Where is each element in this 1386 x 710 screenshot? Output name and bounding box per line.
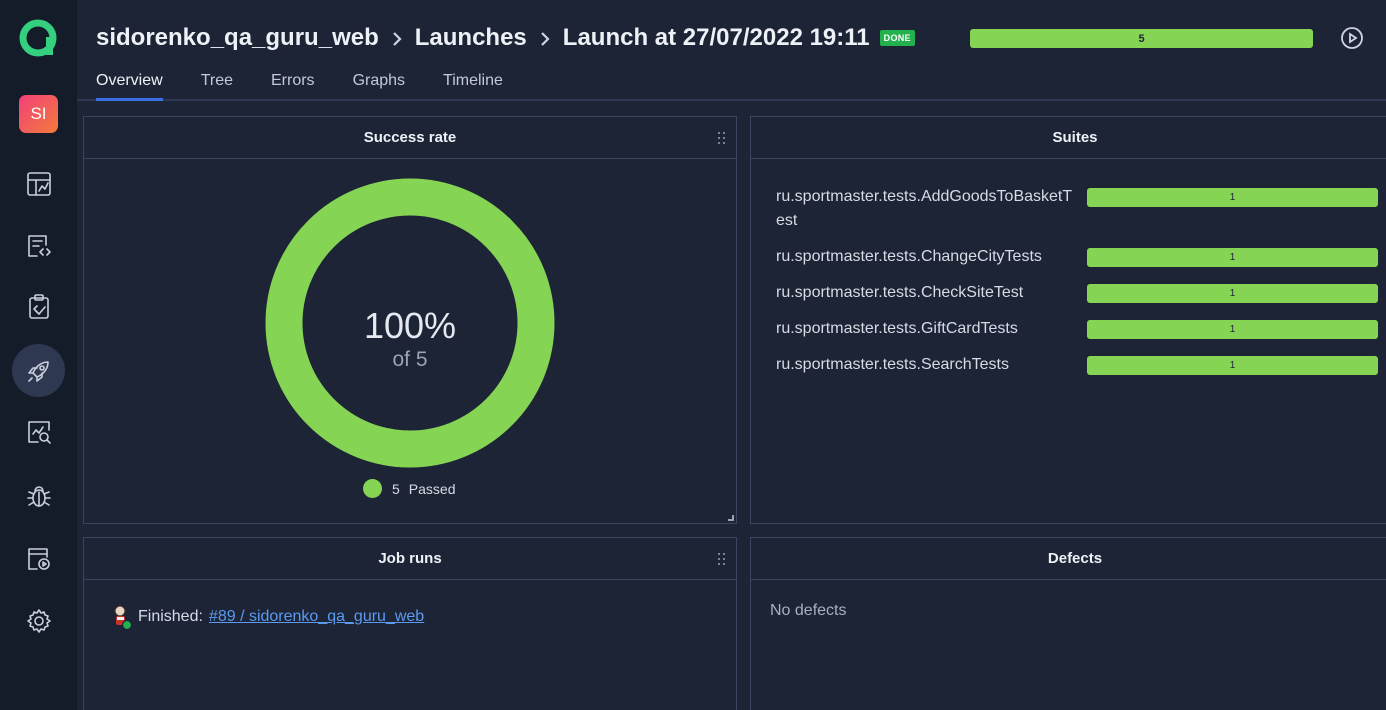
job-status-label: Finished: <box>138 608 203 625</box>
tab-graphs[interactable]: Graphs <box>353 72 405 101</box>
empty-state-text: No defects <box>770 602 847 619</box>
dashboard-icon[interactable] <box>12 157 65 210</box>
widget-title: Success rate <box>363 129 457 146</box>
widget-header: Job runs <box>84 538 736 580</box>
suite-row[interactable]: ru.sportmaster.tests.SearchTests 1 <box>776 353 1378 377</box>
chevron-right-icon <box>379 24 415 52</box>
suite-row[interactable]: ru.sportmaster.tests.AddGoodsToBasketTes… <box>776 185 1378 233</box>
widget-title: Defects <box>1047 550 1103 567</box>
suite-row[interactable]: ru.sportmaster.tests.ChangeCityTests 1 <box>776 245 1378 269</box>
legend-count: 5 <box>392 480 400 497</box>
suite-row[interactable]: ru.sportmaster.tests.GiftCardTests 1 <box>776 317 1378 341</box>
progress-label: 5 <box>1138 32 1145 45</box>
tab-bar: Overview Tree Errors Graphs Timeline <box>96 72 541 101</box>
status-badge: DONE <box>879 30 915 46</box>
widget-header: Suites <box>751 117 1386 159</box>
breadcrumb: sidorenko_qa_guru_web Launches Launch at… <box>96 24 915 52</box>
suite-name: ru.sportmaster.tests.ChangeCityTests <box>776 248 1042 265</box>
suite-bar: 1 <box>1087 320 1378 339</box>
launch-progress-bar: 5 <box>970 29 1313 48</box>
widget-title: Suites <box>1052 129 1098 146</box>
tab-overview[interactable]: Overview <box>96 72 163 101</box>
success-rate-widget: Success rate 100% of 5 5 Passed <box>83 116 737 524</box>
job-run-item: Finished: #89 / sidorenko_qa_guru_web <box>111 604 424 631</box>
drag-handle-icon[interactable] <box>718 553 726 565</box>
suite-name: ru.sportmaster.tests.AddGoodsToBasketTes… <box>776 188 1073 229</box>
sidebar: SI <box>0 0 77 710</box>
breadcrumb-project[interactable]: sidorenko_qa_guru_web <box>96 24 379 52</box>
suite-bar: 1 <box>1087 248 1378 267</box>
chart-legend: 5 Passed <box>363 479 456 498</box>
widget-title: Job runs <box>378 550 442 567</box>
play-circle-icon <box>1341 27 1363 49</box>
gear-icon[interactable] <box>12 594 65 647</box>
jenkins-icon <box>111 604 133 631</box>
allure-logo[interactable] <box>17 17 59 59</box>
tab-tree[interactable]: Tree <box>201 72 233 101</box>
avatar-initials: SI <box>30 104 47 123</box>
suite-name: ru.sportmaster.tests.CheckSiteTest <box>776 284 1024 301</box>
job-run-link[interactable]: #89 / sidorenko_qa_guru_web <box>209 608 424 626</box>
drag-handle-icon[interactable] <box>718 132 726 144</box>
suite-name: ru.sportmaster.tests.SearchTests <box>776 356 1009 373</box>
success-percent: 100% <box>363 305 457 346</box>
tab-timeline[interactable]: Timeline <box>443 72 503 101</box>
rocket-icon[interactable] <box>12 344 65 397</box>
breadcrumb-launches[interactable]: Launches <box>415 24 527 52</box>
job-runs-widget: Job runs Finished: #89 / sidorenko_qa_gu… <box>83 537 737 710</box>
suite-bar: 1 <box>1087 356 1378 375</box>
suite-row[interactable]: ru.sportmaster.tests.CheckSiteTest 1 <box>776 281 1378 305</box>
legend-passed-dot <box>363 479 382 498</box>
widget-header: Defects <box>751 538 1386 580</box>
test-plans-icon[interactable] <box>12 280 65 333</box>
header: sidorenko_qa_guru_web Launches Launch at… <box>77 0 1386 101</box>
success-total: of 5 <box>392 348 428 371</box>
test-cases-icon[interactable] <box>12 219 65 272</box>
bug-icon[interactable] <box>12 469 65 522</box>
breadcrumb-launch: Launch at 27/07/2022 19:11 <box>562 24 870 51</box>
analytics-icon[interactable] <box>12 405 65 458</box>
suites-widget: Suites ru.sportmaster.tests.AddGoodsToBa… <box>750 116 1386 524</box>
defects-widget: Defects No defects <box>750 537 1386 710</box>
chevron-right-icon <box>527 24 563 52</box>
suite-bar: 1 <box>1087 284 1378 303</box>
project-avatar[interactable]: SI <box>19 95 58 133</box>
suite-name: ru.sportmaster.tests.GiftCardTests <box>776 320 1018 337</box>
jobs-icon[interactable] <box>12 532 65 585</box>
rerun-button[interactable] <box>1340 26 1364 50</box>
success-donut-chart: 100% of 5 <box>265 178 555 468</box>
widget-header: Success rate <box>84 117 736 159</box>
legend-label: Passed <box>408 480 456 497</box>
resize-handle[interactable] <box>728 515 734 521</box>
suite-bar: 1 <box>1087 188 1378 207</box>
tab-errors[interactable]: Errors <box>271 72 315 101</box>
